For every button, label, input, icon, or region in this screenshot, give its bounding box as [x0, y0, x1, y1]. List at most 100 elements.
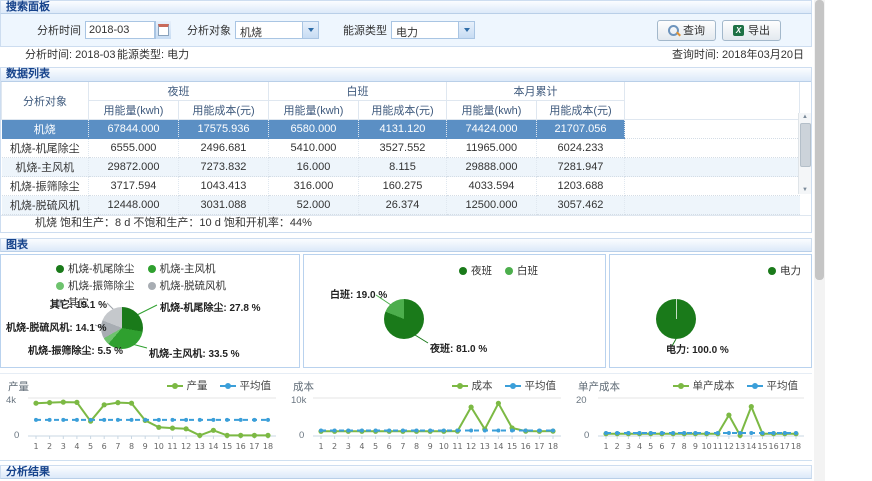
column-group-night[interactable]: 夜班 [89, 82, 269, 101]
legend-item[interactable]: 机烧-振筛除尘 [56, 278, 135, 293]
column-header-usage[interactable]: 用能量(kwh) [269, 101, 359, 120]
column-header-usage[interactable]: 用能量(kwh) [89, 101, 179, 120]
table-scrollbar[interactable]: ▲ ▼ [798, 113, 811, 194]
analysis-object-combo[interactable]: 机烧 [235, 21, 319, 39]
column-group-month[interactable]: 本月累计 [447, 82, 625, 101]
query-button[interactable]: 查询 [657, 20, 716, 41]
pie-label: 电力: 100.0 % [666, 341, 729, 356]
value-cell: 17575.936 [179, 120, 269, 139]
svg-text:3: 3 [346, 442, 351, 451]
filler-cell [625, 120, 800, 139]
column-header-object[interactable]: 分析对象 [2, 82, 89, 120]
y-axis-max: 20 [576, 395, 587, 406]
legend-item[interactable]: 白班 [505, 263, 538, 278]
svg-text:7: 7 [400, 442, 405, 451]
value-cell: 7273.832 [179, 158, 269, 177]
table-row[interactable]: 机烧-机尾除尘6555.0002496.6815410.0003527.5521… [2, 139, 800, 158]
value-cell: 11965.000 [447, 139, 537, 158]
svg-text:17: 17 [249, 442, 259, 451]
legend-item[interactable]: 成本 [452, 378, 493, 393]
line-legend: 产量 平均值 [167, 378, 272, 393]
chevron-down-icon[interactable] [458, 22, 474, 38]
pie-panel-objects: 机烧-机尾除尘 机烧-主风机 机烧-振筛除尘 机烧-脱硫风机 其它 其它: 19… [0, 254, 300, 368]
export-button-label: 导出 [748, 22, 770, 38]
value-cell: 1203.688 [537, 177, 625, 196]
analysis-time-input[interactable] [85, 21, 155, 39]
legend-item[interactable]: 平均值 [505, 378, 557, 393]
svg-text:8: 8 [129, 442, 134, 451]
pie-label: 机烧-振筛除尘: 5.5 % [28, 342, 123, 357]
value-cell: 5410.000 [269, 139, 359, 158]
table-row[interactable]: 机烧-主风机29872.0007273.83216.0008.11529888.… [2, 158, 800, 177]
legend-item[interactable]: 夜班 [459, 263, 492, 278]
column-header-usage[interactable]: 用能量(kwh) [447, 101, 537, 120]
legend-line-icon [673, 385, 689, 387]
column-header-cost[interactable]: 用能成本(元) [537, 101, 625, 120]
energy-type-combo[interactable]: 电力 [391, 21, 475, 39]
legend-item[interactable]: 产量 [167, 378, 208, 393]
value-cell: 4131.120 [359, 120, 447, 139]
table-row[interactable]: 机烧-振筛除尘3717.5941043.413316.000160.275403… [2, 177, 800, 196]
value-cell: 21707.056 [537, 120, 625, 139]
svg-text:5: 5 [373, 442, 378, 451]
search-form: 分析时间 分析对象 机烧 能源类型 电力 查询 导出 [1, 14, 811, 46]
excel-icon [733, 25, 744, 36]
legend-item[interactable]: 机烧-主风机 [148, 261, 216, 276]
svg-text:7: 7 [115, 442, 120, 451]
svg-text:4: 4 [637, 442, 642, 451]
column-filler [625, 82, 800, 120]
main-content: 搜索面板 分析时间 分析对象 机烧 能源类型 电力 查询 导出 [0, 0, 812, 481]
data-list-header: 数据列表 [1, 68, 811, 82]
page-scrollbar[interactable] [814, 0, 825, 481]
value-cell: 316.000 [269, 177, 359, 196]
value-cell: 3031.088 [179, 196, 269, 215]
svg-text:4: 4 [359, 442, 364, 451]
scroll-up-icon[interactable]: ▲ [802, 113, 808, 121]
pie-panel-energy: 电力 电力: 100.0 % [609, 254, 812, 368]
calendar-icon[interactable] [155, 21, 171, 39]
value-cell: 29888.000 [447, 158, 537, 177]
query-summary: 分析时间: 2018-03 能源类型: 电力 查询时间: 2018年03月20日 [0, 47, 812, 64]
table-row[interactable]: 机烧67844.00017575.9366580.0004131.1207442… [2, 120, 800, 139]
chevron-down-icon[interactable] [302, 22, 318, 38]
search-icon [668, 25, 679, 36]
export-button[interactable]: 导出 [722, 20, 781, 41]
summary-time: 分析时间: 2018-03 [25, 47, 117, 64]
legend-dot-icon [56, 265, 64, 273]
table-row[interactable]: 机烧-脱硫风机12448.0003031.08852.00026.3741250… [2, 196, 800, 215]
line-legend: 单产成本 平均值 [673, 378, 799, 393]
pie-chart-shift[interactable] [384, 299, 424, 339]
table-scrollbar-thumb[interactable] [800, 123, 811, 167]
scroll-down-icon[interactable]: ▼ [802, 186, 808, 194]
legend-line-icon [167, 385, 183, 387]
legend-item[interactable]: 平均值 [747, 378, 799, 393]
column-group-day[interactable]: 白班 [269, 82, 447, 101]
legend-item[interactable]: 单产成本 [673, 378, 735, 393]
svg-text:3: 3 [626, 442, 631, 451]
filler-cell [625, 177, 800, 196]
column-header-cost[interactable]: 用能成本(元) [359, 101, 447, 120]
query-button-label: 查询 [683, 22, 705, 38]
page-scrollbar-thumb[interactable] [815, 0, 824, 280]
legend-item[interactable]: 电力 [768, 263, 801, 278]
svg-text:13: 13 [480, 442, 490, 451]
legend-line-icon [505, 385, 521, 387]
line-plot: 123456789101112131415161718 [28, 392, 276, 452]
filler-cell [625, 158, 800, 177]
legend-dot-icon [148, 282, 156, 290]
value-cell: 16.000 [269, 158, 359, 177]
pie-chart-energy[interactable] [656, 299, 696, 339]
analysis-time-field [85, 21, 171, 39]
pie-legend-shift: 夜班 白班 [459, 263, 538, 278]
legend-dot-icon [56, 282, 64, 290]
svg-text:15: 15 [222, 442, 232, 451]
column-header-cost[interactable]: 用能成本(元) [179, 101, 269, 120]
filler-cell [625, 196, 800, 215]
legend-item[interactable]: 机烧-脱硫风机 [148, 278, 227, 293]
chart-title: 成本 [293, 379, 314, 394]
data-list-panel: 数据列表 分析对象 夜班 白班 本月累计 用能量(kwh) [0, 67, 812, 233]
svg-text:5: 5 [648, 442, 653, 451]
legend-item[interactable]: 平均值 [220, 378, 272, 393]
svg-text:10: 10 [702, 442, 712, 451]
legend-item[interactable]: 机烧-机尾除尘 [56, 261, 135, 276]
